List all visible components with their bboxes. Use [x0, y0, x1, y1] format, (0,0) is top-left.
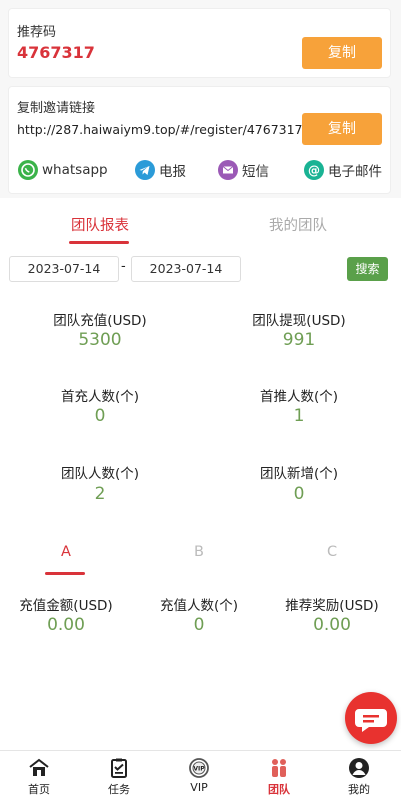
nav-profile[interactable]: 我的 [329, 757, 389, 797]
team-icon [268, 757, 290, 779]
invite-label: 复制邀请链接 [17, 101, 96, 116]
nav-home[interactable]: 首页 [9, 757, 69, 797]
svg-text:VIP: VIP [193, 766, 205, 773]
share-sms[interactable]: 短信 [218, 160, 269, 180]
first-promote-count-value: 1 [293, 406, 305, 426]
end-date-input[interactable]: 2023-07-14 [131, 256, 241, 282]
share-telegram[interactable]: 电报 [135, 160, 186, 180]
team-recharge-label: 团队充值(USD) [53, 313, 147, 329]
nav-team[interactable]: 团队 [249, 757, 309, 797]
referral-reward-label: 推荐奖励(USD) [285, 598, 379, 614]
chat-icon [355, 709, 387, 732]
copy-code-button[interactable]: 复制 [302, 37, 382, 69]
whatsapp-icon [18, 160, 38, 180]
team-withdraw-label: 团队提现(USD) [252, 313, 346, 329]
vip-icon: VIP [188, 757, 210, 779]
nav-vip[interactable]: VIP VIP [169, 757, 229, 794]
tab-level-a[interactable]: A [26, 544, 106, 560]
referral-reward-value: 0.00 [313, 615, 351, 635]
share-email[interactable]: @ 电子邮件 [304, 160, 382, 180]
referral-label: 推荐码 [17, 25, 57, 40]
svg-text:@: @ [308, 164, 320, 178]
search-button[interactable]: 搜索 [347, 257, 388, 281]
telegram-icon [135, 160, 155, 180]
first-recharge-count-value: 0 [94, 406, 106, 426]
tab-my-team[interactable]: 我的团队 [238, 214, 358, 235]
copy-link-button[interactable]: 复制 [302, 113, 382, 145]
tab-indicator [69, 241, 129, 244]
team-report-panel: 团队报表 我的团队 2023-07-14 - 2023-07-14 搜索 团队充… [0, 198, 401, 750]
team-recharge-value: 5300 [78, 330, 122, 350]
tab-level-c[interactable]: C [292, 544, 372, 560]
first-promote-count-label: 首推人数(个) [259, 389, 339, 405]
team-new-value: 0 [293, 484, 305, 504]
start-date-input[interactable]: 2023-07-14 [9, 256, 119, 282]
team-size-label: 团队人数(个) [60, 466, 140, 482]
sms-icon [218, 160, 238, 180]
bottom-nav: 首页 任务 VIP VIP 团队 我的 [0, 750, 401, 801]
email-icon: @ [304, 160, 324, 180]
referral-code: 4767317 [17, 43, 95, 62]
team-new-label: 团队新增(个) [259, 466, 339, 482]
nav-task[interactable]: 任务 [89, 757, 149, 797]
first-recharge-count-label: 首充人数(个) [60, 389, 140, 405]
share-whatsapp[interactable]: whatsapp [18, 160, 108, 180]
task-icon [108, 757, 130, 779]
level-tab-indicator [45, 572, 85, 575]
team-size-value: 2 [94, 484, 106, 504]
tab-team-report[interactable]: 团队报表 [40, 214, 160, 235]
home-icon [28, 757, 50, 779]
tab-level-b[interactable]: B [159, 544, 239, 560]
referral-card: 推荐码 4767317 复制 [8, 8, 391, 78]
profile-icon [348, 757, 370, 779]
chat-button[interactable] [345, 692, 397, 744]
invite-link[interactable]: http://287.haiwaiym9.top/#/register/4767… [17, 122, 303, 137]
team-withdraw-value: 991 [282, 330, 316, 350]
date-separator: - [121, 259, 126, 274]
